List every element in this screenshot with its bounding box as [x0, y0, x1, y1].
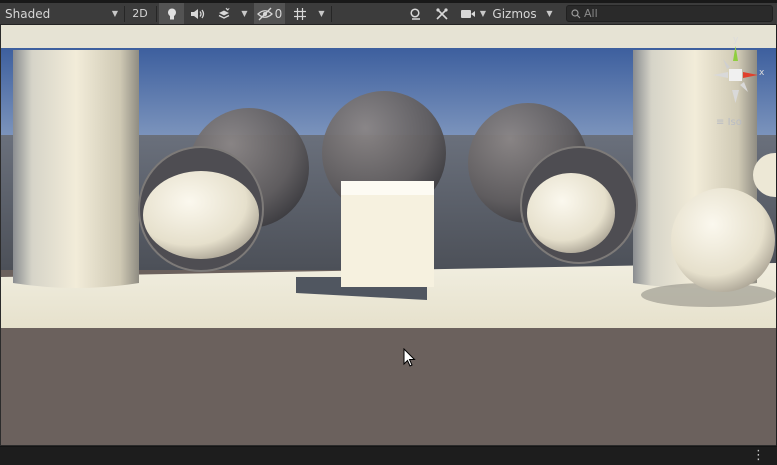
scene-render [1, 25, 776, 445]
grid-dropdown-caret[interactable]: ▼ [313, 3, 330, 24]
gizmos-button[interactable]: Gizmos [490, 3, 539, 24]
lighting-toggle-button[interactable] [159, 3, 184, 24]
toolbar-separator [124, 6, 125, 22]
dropdown-caret-icon: ▼ [241, 9, 248, 18]
dropdown-caret-icon: ▼ [111, 9, 118, 18]
visibility-icon [256, 7, 273, 20]
projection-label: Iso [727, 117, 742, 128]
draw-mode-label: Shaded [5, 6, 51, 21]
search-input[interactable] [584, 7, 764, 20]
mouse-cursor-icon [403, 348, 416, 367]
dropdown-caret-icon: ▼ [479, 9, 487, 18]
scene-tools-button[interactable] [429, 3, 454, 24]
effects-icon [218, 7, 230, 19]
grid-icon [294, 7, 306, 20]
grid-toggle-button[interactable] [288, 3, 312, 24]
toolbar-separator [156, 6, 157, 22]
draw-mode-dropdown[interactable]: Shaded ▼ [0, 3, 124, 24]
audio-icon [191, 8, 205, 19]
effects-dropdown-caret[interactable]: ▼ [236, 3, 253, 24]
gizmos-label: Gizmos [492, 6, 537, 21]
scene-toolbar: Shaded ▼ 2D ▼ 0 ▼ ▼ Gizmos ▼ All [0, 3, 777, 25]
axis-y-label: y [733, 35, 739, 45]
search-visibility-button[interactable] [404, 3, 428, 24]
projection-toggle[interactable]: ≡ Iso [716, 117, 742, 128]
camera-settings-dropdown[interactable]: ▼ [456, 3, 490, 24]
axis-x-label: x [759, 68, 765, 78]
2d-toggle-button[interactable]: 2D [126, 3, 154, 24]
2d-label: 2D [132, 7, 148, 20]
status-bar: ⋮ [0, 446, 777, 465]
audio-toggle-button[interactable] [185, 3, 211, 24]
search-icon [410, 7, 420, 20]
camera-icon [460, 9, 475, 18]
search-icon [571, 8, 581, 18]
hierarchy-search-field[interactable] [566, 5, 773, 22]
lighting-icon [167, 8, 176, 19]
dropdown-caret-icon: ▼ [318, 9, 325, 18]
kebab-menu-icon[interactable]: ⋮ [752, 449, 765, 462]
tools-icon [435, 7, 448, 20]
orientation-gizmo[interactable]: y x ≡ Iso [696, 35, 776, 147]
scene-viewport[interactable]: y x ≡ Iso [1, 25, 776, 445]
effects-toggle-button[interactable] [211, 3, 236, 24]
dropdown-caret-icon: ▼ [546, 9, 553, 18]
hidden-count: 0 [274, 6, 283, 21]
gizmos-dropdown-caret[interactable]: ▼ [540, 3, 559, 24]
menu-lines-icon: ≡ [716, 117, 725, 128]
scene-visibility-toggle-button[interactable]: 0 [254, 3, 285, 24]
toolbar-separator [331, 6, 332, 22]
